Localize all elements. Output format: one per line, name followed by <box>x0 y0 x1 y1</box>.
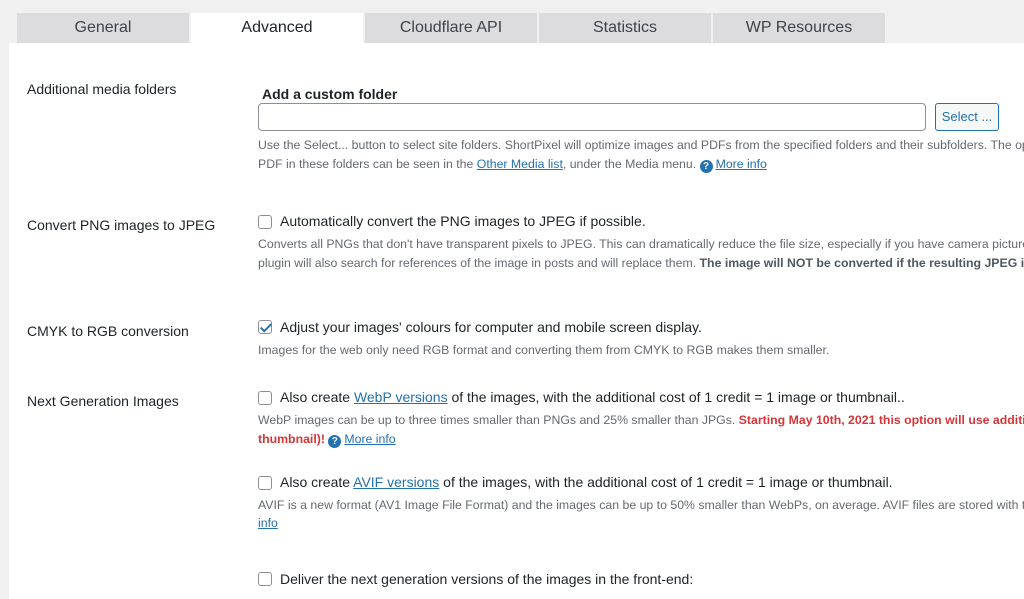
custom-folder-label: Add a custom folder <box>262 86 398 102</box>
settings-panel: Additional media folders Add a custom fo… <box>9 43 1024 599</box>
settings-tabs: General Advanced Cloudflare API Statisti… <box>0 0 1024 44</box>
tab-wp-resources[interactable]: WP Resources <box>713 13 885 43</box>
select-folder-button[interactable]: Select ... <box>935 103 999 131</box>
desc-text: PDF in these folders can be seen in the <box>258 157 477 171</box>
next-gen-label: Next Generation Images <box>27 393 179 409</box>
desc-text: , under the Media menu. <box>562 157 700 171</box>
webp-warning-2: thumbnail)! <box>258 432 325 446</box>
tab-statistics[interactable]: Statistics <box>539 13 711 43</box>
png-to-jpeg-label: Convert PNG images to JPEG <box>27 217 216 233</box>
webp-prefix: Also create <box>280 389 354 405</box>
deliver-next-gen-checkbox[interactable] <box>258 572 272 586</box>
webp-suffix: of the images, with the additional cost … <box>447 389 905 405</box>
cmyk-option-label: Adjust your images' colours for computer… <box>280 319 702 335</box>
webp-versions-link[interactable]: WebP versions <box>354 389 448 405</box>
png-to-jpeg-description: Converts all PNGs that don't have transp… <box>258 237 1024 251</box>
cmyk-description: Images for the web only need RGB format … <box>258 343 830 357</box>
avif-versions-link[interactable]: AVIF versions <box>353 474 439 490</box>
media-folders-label: Additional media folders <box>27 81 177 97</box>
webp-checkbox[interactable] <box>258 391 272 405</box>
avif-description: AVIF is a new format (AV1 Image File For… <box>258 498 1024 512</box>
desc-text: plugin will also search for references o… <box>258 256 700 270</box>
webp-description-2: thumbnail)! ? More info <box>258 430 396 449</box>
png-to-jpeg-description-2: plugin will also search for references o… <box>258 254 1024 273</box>
media-folders-description-2: PDF in these folders can be seen in the … <box>258 155 767 174</box>
desc-text: WebP images can be up to three times sma… <box>258 413 739 427</box>
more-info-link[interactable]: More info <box>344 432 395 446</box>
cmyk-label: CMYK to RGB conversion <box>27 323 189 339</box>
avif-prefix: Also create <box>280 474 354 490</box>
more-info-link[interactable]: More info <box>716 157 767 171</box>
webp-warning: Starting May 10th, 2021 this option will… <box>738 413 1024 427</box>
webp-description: WebP images can be up to three times sma… <box>258 411 1024 430</box>
deliver-next-gen-label: Deliver the next generation versions of … <box>280 571 694 587</box>
other-media-list-link[interactable]: Other Media list <box>477 157 563 171</box>
tab-advanced[interactable]: Advanced <box>191 13 363 44</box>
cmyk-checkbox[interactable] <box>258 320 272 334</box>
desc-warning: The image will NOT be converted if the r… <box>699 256 1024 270</box>
avif-description-2: info <box>258 514 278 533</box>
tab-cloudflare-api[interactable]: Cloudflare API <box>365 13 537 43</box>
avif-suffix: of the images, with the additional cost … <box>439 474 893 490</box>
help-icon[interactable]: ? <box>699 160 713 173</box>
custom-folder-input[interactable] <box>258 103 926 131</box>
avif-checkbox[interactable] <box>258 476 272 490</box>
tab-general[interactable]: General <box>17 13 189 43</box>
png-to-jpeg-option-label: Automatically convert the PNG images to … <box>280 213 646 229</box>
avif-more-info-link[interactable]: info <box>258 516 278 530</box>
png-to-jpeg-checkbox[interactable] <box>258 215 272 229</box>
help-icon[interactable]: ? <box>328 435 342 448</box>
media-folders-description: Use the Select... button to select site … <box>258 138 1024 152</box>
avif-option-label: Also create AVIF versions of the images,… <box>280 474 893 490</box>
webp-option-label: Also create WebP versions of the images,… <box>280 389 905 405</box>
